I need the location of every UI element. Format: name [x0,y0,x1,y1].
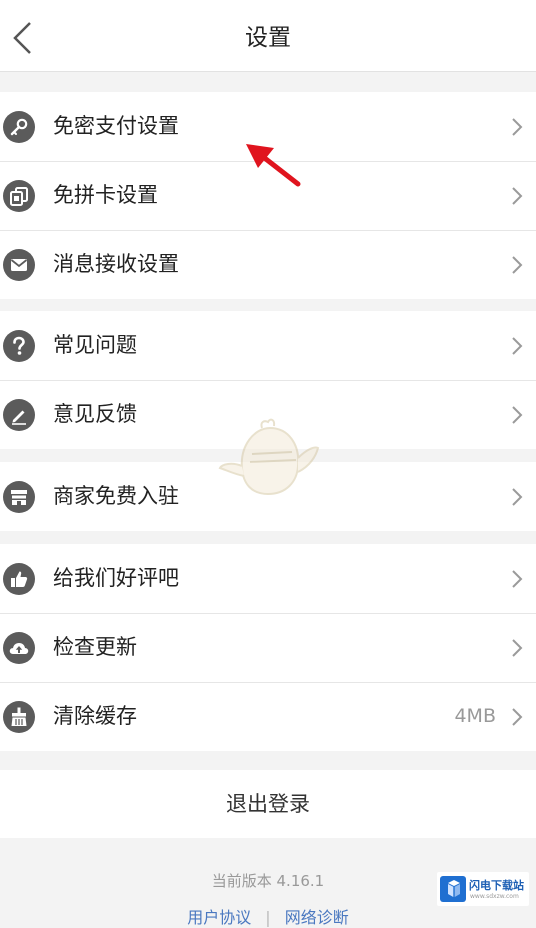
question-icon [3,329,35,362]
cloud-upload-icon [3,631,35,664]
chevron-right-icon [512,569,523,588]
logout-button[interactable]: 退出登录 [0,770,536,838]
watermark-subtext: www.sdxzw.com [470,893,519,900]
thumbs-up-icon [3,562,35,595]
footer-links: 用户协议 | 网络诊断 [0,904,536,928]
link-separator: | [265,908,271,927]
settings-row-faq[interactable]: 常见问题 [0,311,536,380]
chevron-right-icon [512,405,523,424]
row-label: 商家免费入驻 [53,484,179,508]
card-icon [3,179,35,212]
chevron-right-icon [512,186,523,205]
chevron-right-icon [512,487,523,506]
settings-row-message-receive[interactable]: 消息接收设置 [0,230,536,299]
network-diagnosis-link[interactable]: 网络诊断 [285,908,349,927]
row-label: 给我们好评吧 [53,566,179,590]
chevron-right-icon [512,638,523,657]
store-icon [3,480,35,513]
site-watermark: 闪电下载站 www.sdxzw.com [437,872,529,906]
row-label: 意见反馈 [53,402,137,426]
download-site-logo-icon [440,876,466,902]
settings-row-check-update[interactable]: 检查更新 [0,613,536,682]
chevron-right-icon [512,336,523,355]
row-label: 免拼卡设置 [53,183,158,207]
annotation-arrow-icon [246,144,301,187]
settings-group-app: 给我们好评吧 检查更新 清除缓存 4MB [0,544,536,751]
chevron-right-icon [512,117,523,136]
user-agreement-link[interactable]: 用户协议 [187,908,251,927]
mascot-watermark-icon [218,418,320,496]
cache-size-value: 4MB [454,705,496,727]
chevron-right-icon [512,255,523,274]
row-label: 检查更新 [53,635,137,659]
watermark-text: 闪电下载站 [469,879,524,892]
chevron-right-icon [512,707,523,726]
row-label: 免密支付设置 [53,114,179,138]
nav-bar: 设置 [0,0,536,72]
settings-row-clear-cache[interactable]: 清除缓存 4MB [0,682,536,751]
envelope-icon [3,248,35,281]
row-label: 常见问题 [53,333,137,357]
row-label: 清除缓存 [53,704,137,728]
row-label: 消息接收设置 [53,252,179,276]
pencil-icon [3,398,35,431]
settings-row-rate-us[interactable]: 给我们好评吧 [0,544,536,613]
key-icon [3,110,35,143]
broom-icon [3,700,35,733]
settings-group-payment: 免密支付设置 免拼卡设置 消息接收设置 [0,92,536,299]
page-title: 设置 [245,25,291,51]
